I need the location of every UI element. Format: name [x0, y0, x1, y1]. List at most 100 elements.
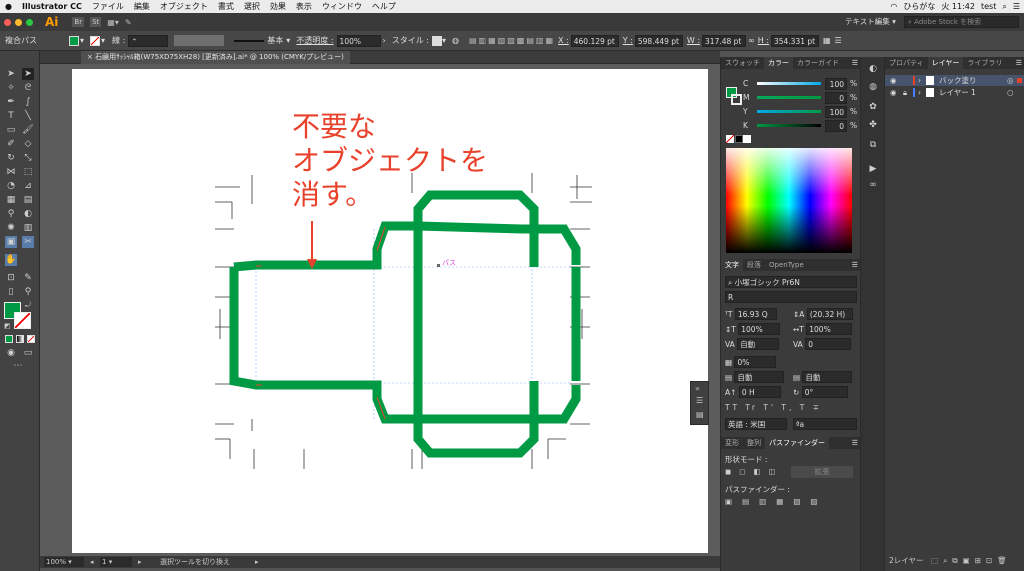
menu-edit[interactable]: 編集: [129, 1, 155, 12]
eraser-tool-icon[interactable]: ◇: [22, 138, 34, 150]
aki-right-select[interactable]: 自動: [802, 371, 853, 383]
symbols-icon[interactable]: ✿: [867, 101, 879, 113]
align-controls[interactable]: ▤▥▦▧▨▩▤▥▦: [469, 36, 555, 45]
symbol-sprayer-tool-icon[interactable]: ✺: [5, 222, 17, 234]
expand-button[interactable]: 拡張: [791, 466, 853, 478]
document-tab[interactable]: × 石鹸用ｻｯｼｬﾙ箱(W75XD75XH28) [更新済み].ai* @ 10…: [81, 51, 350, 64]
artboards-icon[interactable]: ⧉: [867, 139, 879, 151]
target-icon[interactable]: ◎: [1007, 75, 1014, 86]
lock-icon[interactable]: 🔒︎: [903, 87, 907, 98]
none-mode-icon[interactable]: [27, 335, 35, 343]
direct-selection-tool-icon[interactable]: ➤: [22, 68, 34, 80]
baseline-shift-input[interactable]: 0 H: [738, 386, 781, 398]
stroke-weight-input[interactable]: ⌃: [128, 34, 169, 47]
w-label[interactable]: W :: [687, 36, 700, 45]
edit-toolbar-icon[interactable]: ⋯: [12, 360, 24, 372]
chevron-down-icon[interactable]: ▾: [80, 36, 84, 45]
menu-effect[interactable]: 効果: [265, 1, 291, 12]
menu-select[interactable]: 選択: [239, 1, 265, 12]
magenta-input[interactable]: 0: [825, 92, 847, 104]
blend-tool-icon[interactable]: ◐: [22, 208, 34, 220]
shape-builder-tool-icon[interactable]: ◔: [5, 180, 17, 192]
wifi-icon[interactable]: ◠: [890, 2, 897, 11]
aki-left-select[interactable]: 自動: [734, 371, 785, 383]
dock-expand-icon[interactable]: «: [695, 384, 700, 393]
draw-mode-icon[interactable]: ◉: [5, 347, 17, 359]
paintbrush-tool-icon[interactable]: 🖌︎: [22, 124, 34, 136]
stock-search-input[interactable]: ⌕ Adobe Stock を検索: [904, 16, 1019, 28]
type-tool-icon[interactable]: T: [5, 110, 17, 122]
menu-app-name[interactable]: Illustrator CC: [17, 2, 87, 11]
font-size-input[interactable]: 16.93 Q: [734, 308, 777, 320]
panel-menu-icon[interactable]: ☰: [852, 259, 858, 271]
horizontal-scale-input[interactable]: 100%: [806, 323, 853, 335]
recolor-artwork-icon[interactable]: ◍: [452, 36, 459, 45]
color-spectrum[interactable]: [726, 148, 852, 253]
tab-align[interactable]: 整列: [743, 437, 765, 449]
layer-row[interactable]: ◉ › バック塗り ◎: [885, 75, 1024, 86]
cyan-slider[interactable]: [757, 82, 821, 85]
magic-wand-tool-icon[interactable]: ✧: [5, 82, 17, 94]
appearance-icon[interactable]: ◐: [867, 63, 879, 75]
bridge-button[interactable]: Br: [72, 17, 85, 27]
graphic-styles-icon[interactable]: ◍: [867, 81, 879, 93]
search-icon[interactable]: ⌕: [1002, 2, 1006, 12]
color-mode-icon[interactable]: [5, 335, 13, 343]
default-colors-icon[interactable]: ◩: [4, 322, 11, 330]
tab-paragraph[interactable]: 段落: [743, 259, 765, 271]
status-message[interactable]: 選択ツールを切り換え: [160, 556, 230, 568]
layer-row[interactable]: ◉ 🔒︎ › レイヤー 1 ○: [885, 87, 1024, 98]
x-label[interactable]: X :: [558, 36, 569, 45]
char-rotate-input[interactable]: 0°: [801, 386, 848, 398]
menu-object[interactable]: オブジェクト: [155, 1, 213, 12]
cyan-input[interactable]: 100: [825, 78, 847, 90]
font-family-select[interactable]: ⌕ 小塚ゴシック Pr6N: [725, 276, 857, 288]
menu-type[interactable]: 書式: [213, 1, 239, 12]
zoom-window-button[interactable]: [26, 18, 33, 26]
chevron-down-icon[interactable]: ▾: [442, 36, 446, 45]
link-proportions-icon[interactable]: ∞: [748, 36, 755, 45]
close-tab-icon[interactable]: ×: [87, 53, 95, 61]
free-transform-tool-icon[interactable]: ⬚: [22, 166, 34, 178]
workspace-switcher[interactable]: テキスト編集 ▾: [845, 16, 896, 27]
screen-mode-icon[interactable]: ▭: [22, 347, 34, 359]
pathfinder-buttons[interactable]: ▣▤▥▦▧▨: [725, 497, 828, 506]
artboard-select[interactable]: 1 ▾: [100, 557, 132, 567]
visibility-eye-icon[interactable]: ◉: [890, 75, 897, 86]
panel-menu-icon[interactable]: ☰: [835, 36, 842, 45]
layer-name[interactable]: レイヤー 1: [939, 87, 976, 98]
panel-menu-icon[interactable]: ☰: [852, 57, 858, 69]
links-icon[interactable]: ∞: [867, 179, 879, 191]
stroke-swatch[interactable]: [90, 35, 101, 46]
arrange-documents-icon[interactable]: ▦▾: [107, 18, 119, 27]
font-style-select[interactable]: R: [725, 291, 857, 303]
color-stroke-swatch[interactable]: [731, 94, 742, 105]
layer-actions[interactable]: ⬚⌕⧉▣⊞⊡🗑︎: [931, 555, 1012, 566]
dock-library-icon[interactable]: ▤: [696, 410, 704, 419]
kerning-input[interactable]: 自動: [737, 338, 780, 350]
artboard-nav-next[interactable]: ▸: [138, 556, 142, 568]
actions-icon[interactable]: ▶: [867, 163, 879, 175]
tab-pathfinder[interactable]: パスファインダー: [765, 437, 829, 449]
visibility-eye-icon[interactable]: ◉: [890, 87, 897, 98]
perspective-grid-tool-icon[interactable]: ⊿: [22, 180, 34, 192]
transform-icon[interactable]: ▦: [823, 36, 831, 45]
shape-mode-buttons[interactable]: ◼◻◧◫: [725, 467, 784, 476]
selection-tool-icon[interactable]: ➤: [5, 68, 17, 80]
tab-transform[interactable]: 変形: [721, 437, 743, 449]
none-color-chip[interactable]: [726, 135, 734, 143]
status-chevron-icon[interactable]: ▸: [255, 556, 259, 568]
black-slider[interactable]: [757, 124, 821, 127]
target-icon[interactable]: ○: [1007, 87, 1014, 98]
tab-swatches[interactable]: スウォッチ: [721, 57, 764, 69]
tab-character[interactable]: 文字: [721, 259, 743, 271]
column-graph-tool-icon[interactable]: ▥: [22, 222, 34, 234]
artboard-nav-icon[interactable]: ⊡: [5, 272, 17, 284]
brush-definition[interactable]: 基本 ▾: [234, 35, 290, 46]
stock-button[interactable]: St: [90, 17, 102, 27]
ime-indicator[interactable]: ひらがな: [903, 1, 935, 12]
tab-properties[interactable]: プロパティ: [885, 57, 928, 69]
h-input[interactable]: 354.331 pt: [770, 34, 819, 47]
menu-help[interactable]: ヘルプ: [367, 1, 401, 12]
y-label[interactable]: Y :: [623, 36, 633, 45]
